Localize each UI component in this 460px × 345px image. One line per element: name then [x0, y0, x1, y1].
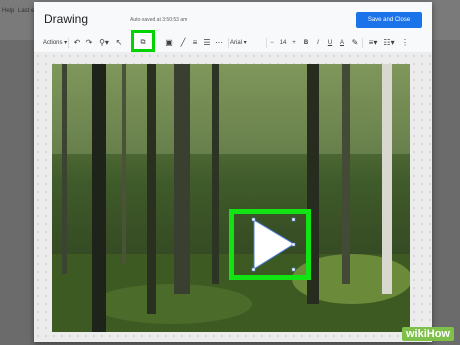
redo-icon[interactable]: ↷: [84, 36, 94, 50]
italic-button[interactable]: I: [314, 36, 322, 50]
zoom-icon[interactable]: ⚲▾: [96, 36, 112, 50]
bold-button[interactable]: B: [302, 36, 310, 50]
forest-photo-graphic: [52, 64, 410, 332]
menu-help: Help: [2, 8, 15, 14]
font-value: Arial: [230, 40, 243, 46]
font-select[interactable]: Arial ▾: [230, 36, 260, 50]
actions-menu[interactable]: Actions ▾: [42, 36, 68, 50]
toolbar-divider: [362, 38, 363, 48]
play-shape-highlight: [229, 209, 311, 280]
autosave-status: Auto-saved at 3:50:53 am: [130, 17, 188, 23]
font-size-decrease[interactable]: −: [268, 36, 276, 50]
forest-photo[interactable]: [52, 64, 410, 332]
wikihow-watermark: wikiHow: [401, 327, 454, 341]
save-and-close-button[interactable]: Save and Close: [356, 12, 422, 28]
more-options-icon[interactable]: ⋮: [400, 36, 410, 50]
highlight-icon[interactable]: ✎: [350, 36, 360, 50]
actions-label: Actions: [42, 40, 63, 46]
drawing-dialog: Drawing Auto-saved at 3:50:53 am Save an…: [34, 2, 432, 342]
text-color-button[interactable]: A: [338, 36, 346, 50]
toolbar-divider: [266, 38, 267, 48]
toolbar-divider: [68, 38, 69, 48]
play-triangle-icon[interactable]: [234, 214, 306, 275]
drawing-canvas[interactable]: [34, 52, 432, 342]
fill-color-icon[interactable]: ╱: [178, 36, 188, 50]
undo-icon[interactable]: ↶: [72, 36, 82, 50]
line-spacing-icon[interactable]: ☷▾: [382, 36, 396, 50]
more-icon[interactable]: ⋯: [214, 36, 224, 50]
image-icon[interactable]: ▣: [164, 36, 174, 50]
dialog-title: Drawing: [44, 12, 89, 26]
align-icon[interactable]: ≡▾: [366, 36, 380, 50]
menu-last-edit: Last e: [18, 8, 35, 14]
select-icon[interactable]: ↖: [114, 36, 124, 50]
toolbar-divider: [228, 38, 229, 48]
font-size-increase[interactable]: +: [290, 36, 298, 50]
shape-icon[interactable]: ⧉: [138, 36, 148, 50]
line-weight-icon[interactable]: ≡: [190, 36, 200, 50]
line-dash-icon[interactable]: ☰: [202, 36, 212, 50]
drawing-toolbar: Actions ▾ ↶ ↷ ⚲▾ ↖ ⧉ ▣ ╱ ≡ ☰ ⋯ Arial ▾ −…: [34, 30, 432, 53]
font-size-field[interactable]: 14: [278, 36, 288, 50]
underline-button[interactable]: U: [326, 36, 334, 50]
